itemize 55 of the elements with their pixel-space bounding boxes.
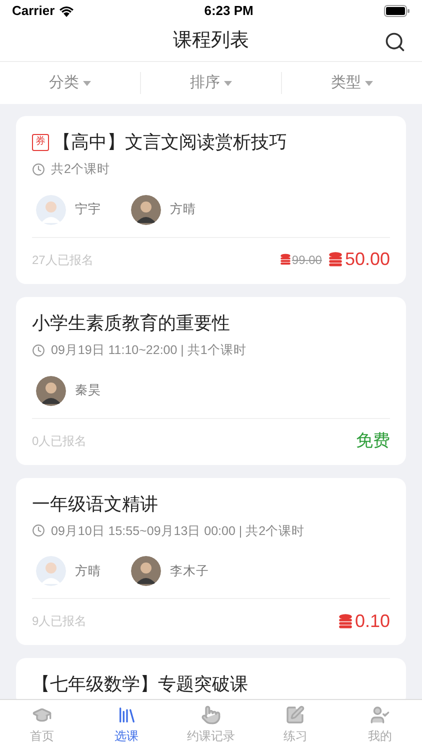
teacher-name: 秦昊	[75, 382, 101, 400]
tab-bar-item[interactable]: 约课记录	[168, 700, 254, 750]
teacher-name: 李木子	[170, 562, 209, 580]
course-card[interactable]: 【七年级数学】专题突破课	[16, 658, 406, 699]
course-title: 一年级语文精讲	[32, 492, 158, 516]
enrolled-count: 9人已报名	[32, 613, 87, 630]
avatar	[131, 556, 161, 586]
course-card[interactable]: 小学生素质教育的重要性 09月19日 11:10~22:00 | 共1个课时 秦昊 0人已报名 免费	[16, 296, 406, 464]
course-card[interactable]: 券 【高中】文言文阅读赏析技巧 共2个课时 宁宇 方晴 27人已报名 99.00 50.00	[16, 116, 406, 284]
page-title: 课程列表	[173, 29, 249, 54]
coin-icon	[336, 612, 354, 630]
pointing-hand-icon	[201, 705, 222, 725]
teacher-name: 宁宇	[75, 201, 101, 218]
course-schedule: 09月19日 11:10~22:00 | 共1个课时	[51, 342, 246, 359]
teacher-name: 方晴	[75, 562, 101, 580]
books-icon	[116, 705, 137, 725]
free-label: 免费	[356, 430, 390, 452]
course-title: 小学生素质教育的重要性	[32, 312, 230, 335]
wifi-icon	[58, 6, 74, 16]
caret-icon	[365, 80, 373, 86]
course-title: 【七年级数学】专题突破课	[32, 673, 248, 696]
original-price: 99.00	[292, 252, 322, 269]
teacher-name: 方晴	[170, 201, 196, 218]
avatar	[36, 194, 66, 225]
current-price: 50.00	[344, 248, 390, 272]
clock-icon	[32, 524, 45, 538]
clock-icon	[32, 344, 45, 357]
course-schedule: 共2个课时	[51, 161, 110, 178]
user-check-icon	[370, 705, 390, 725]
avatar	[131, 194, 161, 225]
tab-bar-item[interactable]: 选课	[84, 700, 169, 750]
caret-icon	[83, 80, 91, 86]
tab-bar-item[interactable]: 练习	[253, 700, 338, 750]
filter-dropdown[interactable]: 分类	[49, 72, 91, 94]
filter-dropdown[interactable]: 排序	[190, 72, 232, 94]
tab-bar-item[interactable]: 首页	[0, 700, 84, 750]
clock-icon	[32, 162, 45, 176]
avatar	[36, 376, 66, 406]
course-title: 【高中】文言文阅读赏析技巧	[53, 131, 287, 154]
current-price: 0.10	[354, 610, 390, 633]
clock-time: 6:23 PM	[204, 2, 254, 20]
avatar	[36, 556, 66, 586]
enrolled-count: 27人已报名	[32, 252, 94, 269]
coin-icon	[278, 253, 292, 266]
tab-bar-item[interactable]: 我的	[338, 700, 422, 750]
enrolled-count: 0人已报名	[32, 432, 87, 450]
coin-icon	[326, 251, 344, 268]
carrier-name: Carrier	[12, 2, 55, 20]
caret-icon	[224, 80, 232, 86]
battery-icon	[384, 5, 410, 17]
course-schedule: 09月10日 15:55~09月13日 00:00 | 共2个课时	[51, 522, 305, 540]
coupon-badge: 券	[32, 134, 49, 150]
course-card[interactable]: 一年级语文精讲 09月10日 15:55~09月13日 00:00 | 共2个课时 方晴 李木子 9人已报名 0.10	[16, 478, 406, 646]
search-icon[interactable]	[384, 30, 406, 52]
filter-dropdown[interactable]: 类型	[331, 72, 373, 94]
